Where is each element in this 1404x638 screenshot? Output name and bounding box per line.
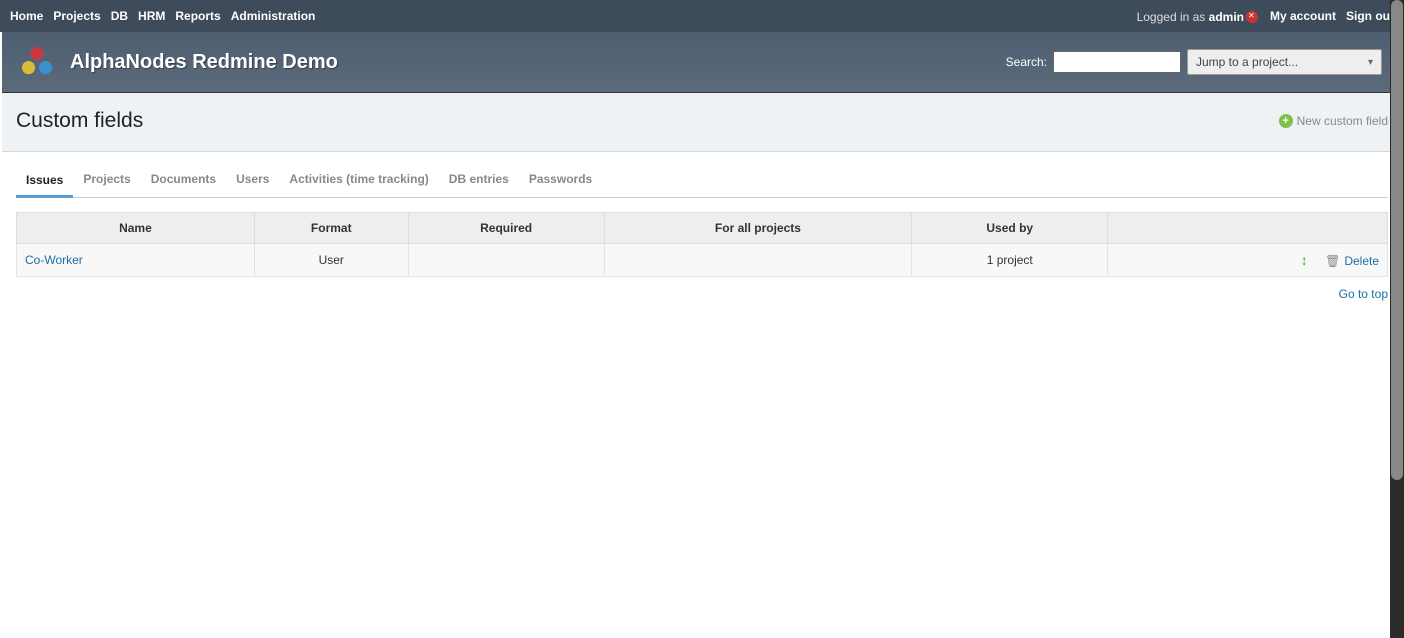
logged-user: admin	[1209, 10, 1244, 24]
tab-users[interactable]: Users	[226, 166, 279, 197]
nav-hrm[interactable]: HRM	[138, 9, 165, 23]
table-row: Co-Worker User 1 project ↕ 🗑 Delete	[17, 244, 1388, 277]
search-input[interactable]	[1053, 51, 1181, 73]
col-usedby[interactable]: Used by	[912, 213, 1108, 244]
top-menu-left: Home Projects DB HRM Reports Administrat…	[10, 9, 315, 23]
nav-home[interactable]: Home	[10, 9, 43, 23]
col-name[interactable]: Name	[17, 213, 255, 244]
go-to-top-link[interactable]: Go to top	[1339, 287, 1388, 301]
logged-prefix: Logged in as	[1137, 10, 1209, 24]
field-name-link[interactable]: Co-Worker	[25, 253, 83, 267]
custom-fields-table: Name Format Required For all projects Us…	[16, 212, 1388, 277]
search-label: Search:	[1006, 55, 1047, 69]
trash-icon: 🗑	[1325, 254, 1340, 268]
nav-db[interactable]: DB	[111, 9, 128, 23]
project-jump-label: Jump to a project...	[1196, 55, 1298, 69]
scrollbar[interactable]	[1390, 0, 1404, 638]
tab-passwords[interactable]: Passwords	[519, 166, 602, 197]
nav-reports[interactable]: Reports	[175, 9, 220, 23]
field-usedby: 1 project	[912, 244, 1108, 277]
top-menu-right: Logged in as admin My account Sign out	[1137, 9, 1394, 24]
new-custom-field-label: New custom field	[1297, 114, 1388, 128]
field-format: User	[254, 244, 408, 277]
nav-administration[interactable]: Administration	[231, 9, 316, 23]
field-required	[408, 244, 604, 277]
col-forall[interactable]: For all projects	[604, 213, 912, 244]
nav-sign-out[interactable]: Sign out	[1346, 9, 1394, 23]
tabs: Issues Projects Documents Users Activiti…	[16, 166, 1388, 198]
tab-projects[interactable]: Projects	[73, 166, 140, 197]
chevron-down-icon: ▾	[1368, 57, 1373, 68]
logo-icon	[18, 46, 56, 78]
tab-db-entries[interactable]: DB entries	[439, 166, 519, 197]
table-header-row: Name Format Required For all projects Us…	[17, 213, 1388, 244]
nav-projects[interactable]: Projects	[53, 9, 100, 23]
main: Issues Projects Documents Users Activiti…	[0, 166, 1404, 301]
project-jump-dropdown[interactable]: Jump to a project... ▾	[1187, 49, 1382, 75]
search-area: Search: Jump to a project... ▾	[1006, 49, 1382, 75]
nav-my-account[interactable]: My account	[1270, 9, 1336, 23]
top-menu: Home Projects DB HRM Reports Administrat…	[0, 0, 1404, 32]
header: AlphaNodes Redmine Demo Search: Jump to …	[2, 32, 1402, 93]
content-header: Custom fields + New custom field	[2, 93, 1402, 152]
page-title: Custom fields	[16, 109, 143, 133]
new-custom-field-link[interactable]: + New custom field	[1279, 114, 1388, 128]
tab-activities[interactable]: Activities (time tracking)	[279, 166, 438, 197]
logged-as-label: Logged in as admin	[1137, 9, 1258, 24]
delete-button[interactable]: 🗑 Delete	[1325, 254, 1379, 268]
reorder-icon[interactable]: ↕	[1301, 252, 1308, 268]
col-format[interactable]: Format	[254, 213, 408, 244]
go-to-top: Go to top	[16, 287, 1388, 301]
add-icon: +	[1279, 114, 1293, 128]
scrollbar-thumb[interactable]	[1391, 0, 1403, 480]
site-title: AlphaNodes Redmine Demo	[70, 51, 338, 74]
close-icon[interactable]	[1246, 11, 1258, 23]
delete-label: Delete	[1344, 254, 1379, 268]
tab-issues[interactable]: Issues	[16, 167, 73, 198]
field-forall	[604, 244, 912, 277]
col-actions	[1108, 213, 1388, 244]
tab-documents[interactable]: Documents	[141, 166, 226, 197]
col-required[interactable]: Required	[408, 213, 604, 244]
